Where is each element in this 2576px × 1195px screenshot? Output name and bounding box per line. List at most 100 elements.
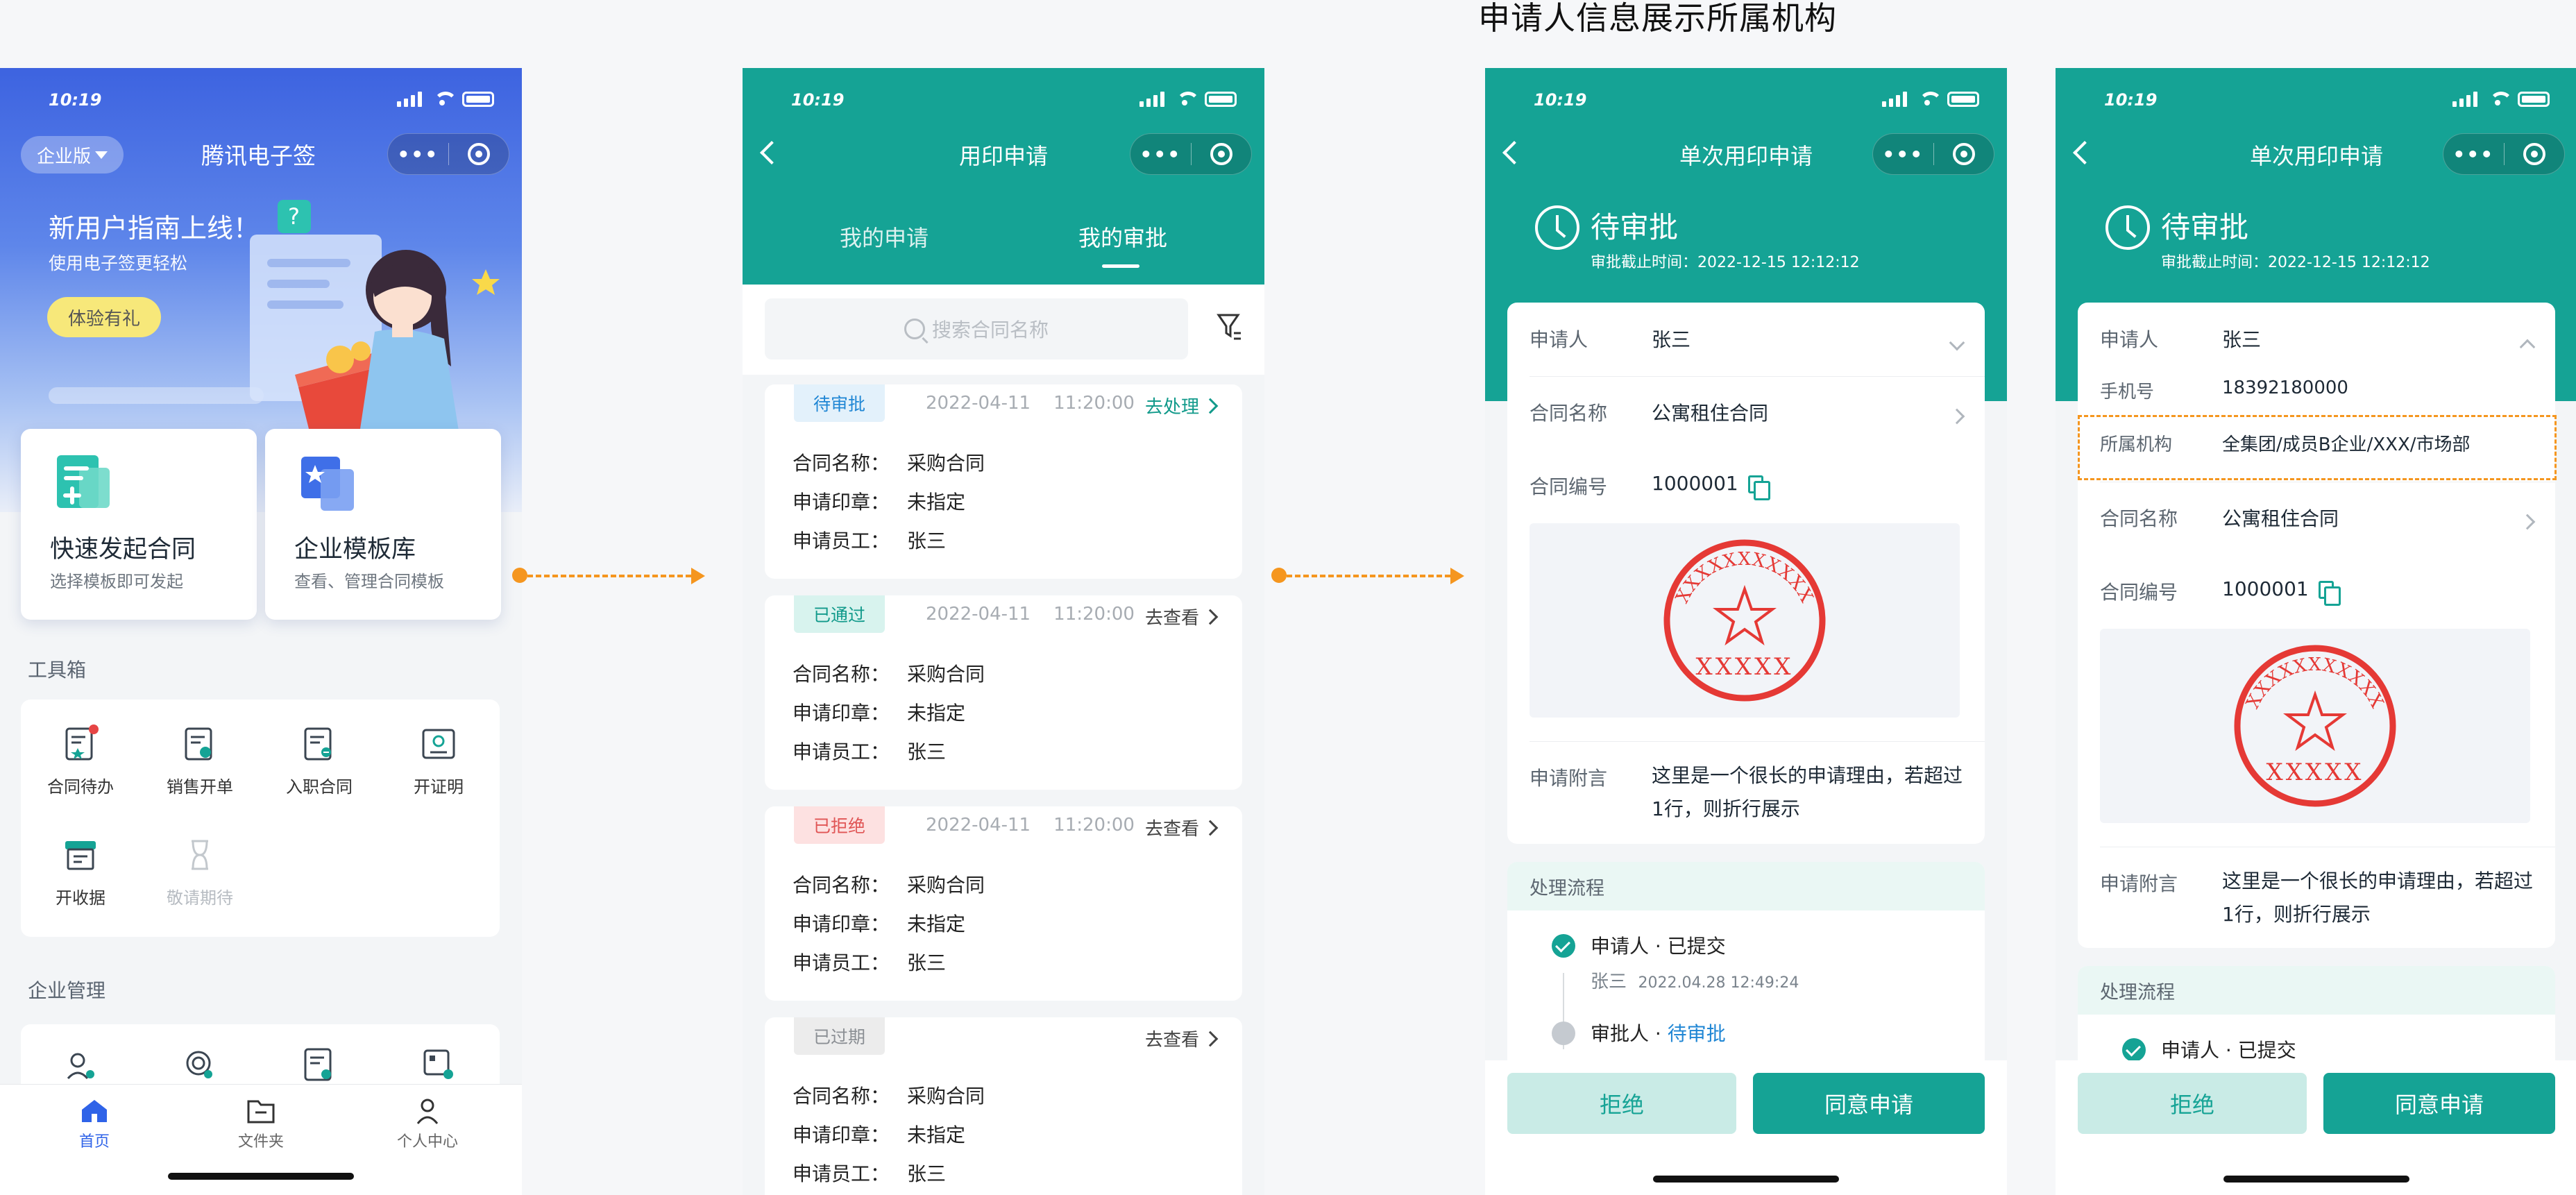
enterprise-member-tool[interactable] — [21, 1045, 140, 1084]
svg-text:?: ? — [288, 203, 300, 230]
seal-preview: XXXXXXXXXXX XXXXX — [1530, 523, 1960, 718]
quick-card-subtitle: 选择模板即可发起 — [50, 572, 183, 591]
triangle-down-icon — [95, 151, 108, 159]
request-datetime: 2022-04-11 11:20:00 — [926, 815, 1135, 836]
organization-highlight-box — [2078, 415, 2557, 480]
more-icon[interactable]: ••• — [2443, 143, 2504, 166]
close-target-icon[interactable] — [2505, 143, 2565, 165]
tool-receipt[interactable]: 开收据 — [21, 836, 140, 908]
mini-program-capsule[interactable]: ••• — [1872, 133, 1994, 175]
signal-icon — [1882, 92, 1907, 107]
wifi-icon — [432, 92, 457, 107]
copy-icon[interactable] — [1747, 475, 1770, 500]
seal-stamp-image: XXXXXXXXXXX XXXXX — [2234, 645, 2396, 807]
view-link[interactable]: 去查看 — [1145, 604, 1219, 629]
mini-program-capsule[interactable]: ••• — [1130, 133, 1252, 175]
template-card-subtitle: 查看、管理合同模板 — [294, 572, 444, 591]
close-target-icon[interactable] — [1934, 143, 1994, 165]
reject-button[interactable]: 拒绝 — [2078, 1073, 2307, 1134]
tool-onboarding-contract[interactable]: 入职合同 — [260, 724, 379, 797]
template-library-icon — [301, 457, 354, 511]
status-bar: 10:19 — [2056, 68, 2576, 137]
filter-icon[interactable] — [1216, 310, 1244, 344]
tool-coming-soon: 敬请期待 — [140, 836, 260, 908]
request-card[interactable]: 已通过 2022-04-11 11:20:00 去查看 合同名称： 采购合同 申请… — [765, 595, 1242, 790]
close-target-icon[interactable] — [1192, 143, 1252, 165]
signal-icon — [397, 92, 422, 107]
toolbox-panel: 合同待办 销售开单 入职合同 开证明 开收据 敬请期待 — [21, 700, 500, 937]
staff-row: 申请员工： 张三 — [793, 1162, 947, 1185]
svg-text:XXXXX: XXXXX — [2266, 758, 2364, 786]
request-card[interactable]: 待审批 2022-04-11 11:20:00 去处理 合同名称： 采购合同 申请… — [765, 384, 1242, 579]
enterprise-config-tool[interactable] — [379, 1045, 498, 1084]
search-icon — [904, 319, 925, 339]
status-badge: 已过期 — [794, 1017, 886, 1055]
request-datetime: 2022-04-11 11:20:00 — [926, 604, 1135, 625]
mini-program-capsule[interactable]: ••• — [2443, 133, 2565, 175]
gift-button[interactable]: 体验有礼 — [47, 297, 162, 337]
enterprise-seal-tool[interactable] — [140, 1045, 260, 1084]
tab-my-requests[interactable]: 我的申请 — [840, 221, 929, 253]
status-badge: 待审批 — [794, 384, 886, 422]
member-settings-icon — [61, 1045, 100, 1084]
tool-certificate[interactable]: 开证明 — [379, 724, 498, 797]
toolbox-label: 工具箱 — [28, 659, 87, 681]
tool-sales-order[interactable]: 销售开单 — [140, 724, 260, 797]
chevron-down-icon[interactable] — [1949, 334, 1965, 351]
receipt-icon — [61, 836, 100, 874]
svg-text:XXXXX: XXXXX — [1695, 653, 1793, 681]
request-info-card: 申请人 张三 合同名称 公寓租住合同 合同编号 1000001 XXXXXXXX… — [1507, 303, 1985, 844]
chevron-right-icon — [1202, 820, 1219, 836]
template-library-card[interactable]: 企业模板库 查看、管理合同模板 — [265, 429, 501, 620]
signal-icon — [1139, 92, 1164, 107]
battery-icon — [1205, 92, 1237, 107]
tab-folder[interactable]: 文件夹 — [192, 1097, 330, 1151]
reject-button[interactable]: 拒绝 — [1507, 1073, 1736, 1134]
approve-button[interactable]: 同意申请 — [1753, 1073, 1985, 1134]
close-target-icon[interactable] — [449, 143, 509, 165]
process-link[interactable]: 去处理 — [1145, 393, 1219, 418]
seal-row: 申请印章： 未指定 — [793, 913, 966, 935]
status-time: 10:19 — [1534, 90, 1587, 110]
copy-icon[interactable] — [2318, 581, 2341, 606]
active-tab-indicator — [1102, 264, 1139, 268]
wifi-icon — [1917, 92, 1942, 107]
chevron-right-icon — [1202, 609, 1219, 625]
request-card[interactable]: 已过期 去查看 合同名称： 采购合同 申请印章： 未指定 申请员工： 张三 — [765, 1017, 1242, 1195]
contract-row: 合同名称： 采购合同 — [793, 874, 985, 897]
more-icon[interactable]: ••• — [1873, 143, 1933, 166]
tool-contract-todo[interactable]: 合同待办 — [21, 724, 140, 797]
phone-home: 10:19 企业版 腾讯电子签 ••• 新用户指南上线！ 使用电子签更轻松 体验… — [0, 68, 522, 1195]
action-bar: 拒绝 同意申请 — [2056, 1060, 2576, 1195]
staff-row: 申请员工： 张三 — [793, 951, 947, 974]
request-info-card: 申请人 张三 手机号 18392180000 所属机构 全集团/成员B企业/XX… — [2078, 303, 2555, 948]
tab-my-approvals[interactable]: 我的审批 — [1078, 221, 1167, 253]
phone-request-detail: 10:19 单次用印申请 ••• 待审批 审批截止时间：2022-12-15 1… — [1485, 68, 2007, 1195]
search-input[interactable]: 搜索合同名称 — [765, 298, 1188, 359]
hourglass-icon — [180, 836, 219, 874]
approval-deadline: 审批截止时间：2022-12-15 12:12:12 — [1591, 254, 1860, 271]
home-indicator — [2223, 1176, 2409, 1183]
staff-row: 申请员工： 张三 — [793, 529, 947, 552]
folder-icon — [246, 1097, 276, 1125]
phone-request-detail-expanded: 10:19 单次用印申请 ••• 待审批 审批截止时间：2022-12-15 1… — [2056, 68, 2576, 1195]
view-link[interactable]: 去查看 — [1145, 815, 1219, 840]
contract-todo-icon — [61, 724, 100, 763]
flow-step-approver: 审批人 · 待审批 — [1591, 1022, 1726, 1045]
more-icon[interactable]: ••• — [1130, 143, 1191, 166]
seal-row: 申请印章： 未指定 — [793, 1124, 966, 1146]
request-card[interactable]: 已拒绝 2022-04-11 11:20:00 去查看 合同名称： 采购合同 申请… — [765, 806, 1242, 1001]
mini-program-capsule[interactable]: ••• — [387, 133, 509, 175]
tab-home[interactable]: 首页 — [25, 1097, 164, 1151]
template-card-title: 企业模板库 — [294, 536, 416, 563]
view-link[interactable]: 去查看 — [1145, 1026, 1219, 1051]
edition-switch[interactable]: 企业版 — [21, 136, 124, 173]
quick-start-card[interactable]: 快速发起合同 选择模板即可发起 — [21, 429, 257, 620]
more-icon[interactable]: ••• — [388, 143, 448, 166]
page-caption: 申请人信息展示所属机构 — [1478, 0, 1837, 37]
chevron-up-icon[interactable] — [2519, 339, 2536, 355]
status-badge: 已拒绝 — [794, 806, 886, 844]
enterprise-download-tool[interactable] — [260, 1045, 379, 1084]
tab-profile[interactable]: 个人中心 — [358, 1097, 497, 1151]
approve-button[interactable]: 同意申请 — [2323, 1073, 2555, 1134]
